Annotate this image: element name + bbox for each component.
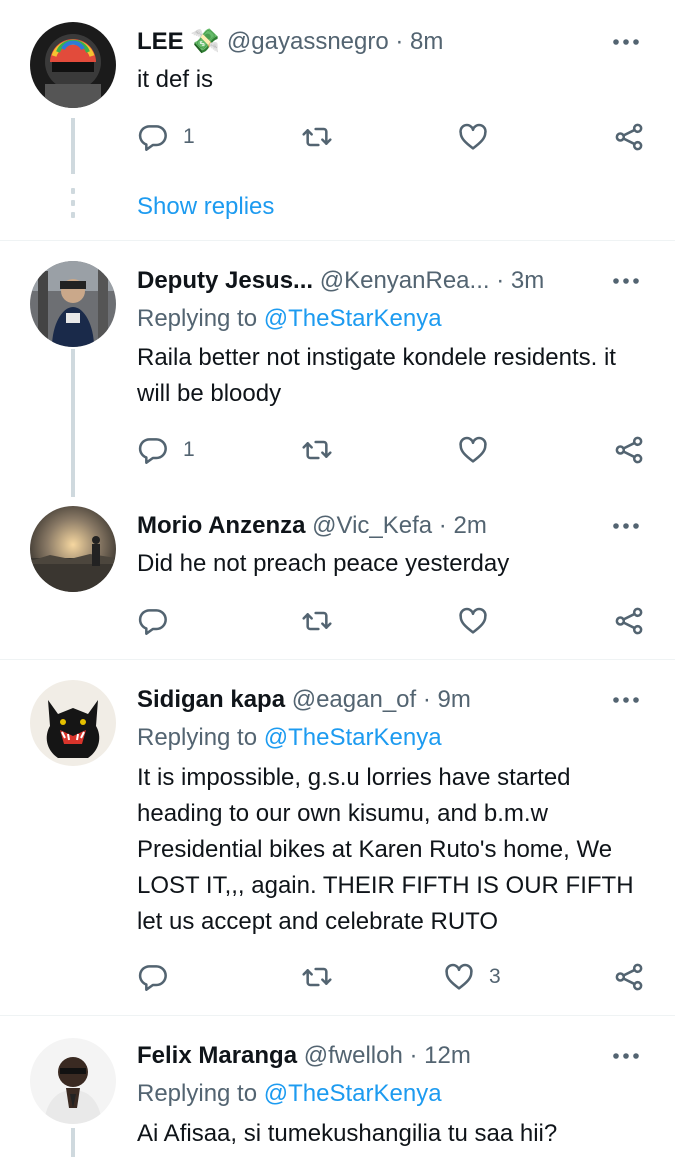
timestamp[interactable]: 12m (424, 1042, 471, 1069)
tweet-header: LEE 💸 @gayassnegro · 8m (137, 28, 444, 55)
share-button[interactable] (613, 120, 645, 154)
share-button[interactable] (613, 433, 645, 467)
show-replies-link[interactable]: Show replies (137, 193, 274, 221)
action-bar: 1 (137, 433, 647, 467)
like-button[interactable] (457, 120, 503, 154)
more-options-icon[interactable] (611, 266, 641, 296)
tweet-header: Felix Maranga @fwelloh · 12m (137, 1042, 471, 1069)
tweet-header: Morio Anzenza @Vic_Kefa · 2m (137, 512, 487, 539)
like-button[interactable]: 3 (443, 960, 501, 994)
thread-line (71, 118, 75, 174)
avatar[interactable] (30, 506, 116, 592)
tweet-2[interactable]: Deputy Jesus... @KenyanRea... · 3m Reply… (0, 241, 675, 497)
tweet-text: Ai Afisaa, si tumekushangilia tu saa hii… (137, 1120, 558, 1147)
retweet-icon (301, 605, 333, 637)
tweet-text: Did he not preach peace yesterday (137, 550, 510, 577)
like-icon (443, 961, 475, 993)
action-bar: 1 (137, 120, 647, 154)
replying-to: Replying to @TheStarKenya (137, 305, 442, 332)
more-options-icon[interactable] (611, 27, 641, 57)
action-bar (137, 604, 647, 638)
like-icon (457, 121, 489, 153)
share-button[interactable] (613, 604, 645, 638)
tweet-text: it def is (137, 66, 214, 93)
share-icon (613, 434, 645, 466)
tweet-header: Sidigan kapa @eagan_of · 9m (137, 686, 471, 713)
like-button[interactable] (457, 433, 503, 467)
timestamp[interactable]: 8m (410, 28, 443, 55)
retweet-button[interactable] (301, 120, 347, 154)
share-icon (613, 121, 645, 153)
retweet-button[interactable] (301, 604, 347, 638)
handle[interactable]: @fwelloh (304, 1042, 403, 1069)
thread-line (71, 349, 75, 497)
more-options-icon[interactable] (611, 685, 641, 715)
avatar[interactable] (30, 22, 116, 108)
replying-to: Replying to @TheStarKenya (137, 1080, 442, 1107)
tweet-5[interactable]: Felix Maranga @fwelloh · 12m Replying to… (0, 1016, 675, 1157)
avatar[interactable] (30, 680, 116, 766)
like-icon (457, 605, 489, 637)
handle[interactable]: @gayassnegro (227, 28, 389, 55)
like-button[interactable] (457, 604, 503, 638)
reply-count: 1 (183, 125, 195, 148)
handle[interactable]: @Vic_Kefa (312, 512, 432, 539)
reply-button[interactable] (137, 960, 183, 994)
avatar[interactable] (30, 1038, 116, 1124)
reply-count: 1 (183, 438, 195, 461)
timestamp[interactable]: 3m (511, 267, 544, 294)
reply-button[interactable]: 1 (137, 120, 195, 154)
retweet-icon (301, 434, 333, 466)
tweet-3[interactable]: Morio Anzenza @Vic_Kefa · 2m Did he not … (0, 496, 675, 659)
retweet-icon (301, 961, 333, 993)
tweet-4[interactable]: Sidigan kapa @eagan_of · 9m Replying to … (0, 660, 675, 1015)
share-icon (613, 961, 645, 993)
handle[interactable]: @KenyanRea... (320, 267, 490, 294)
handle[interactable]: @eagan_of (292, 686, 416, 713)
thread-dots (71, 188, 75, 224)
reply-icon (137, 605, 169, 637)
display-name[interactable]: Deputy Jesus... (137, 267, 313, 294)
thread-line (71, 1128, 75, 1157)
timestamp[interactable]: 9m (438, 686, 471, 713)
display-name[interactable]: LEE 💸 (137, 28, 220, 55)
reply-icon (137, 434, 169, 466)
more-options-icon[interactable] (611, 1041, 641, 1071)
retweet-button[interactable] (301, 960, 347, 994)
retweet-icon (301, 121, 333, 153)
like-icon (457, 434, 489, 466)
like-count: 3 (489, 965, 501, 988)
reply-icon (137, 961, 169, 993)
reply-icon (137, 121, 169, 153)
timestamp[interactable]: 2m (453, 512, 486, 539)
reply-mention[interactable]: @TheStarKenya (264, 724, 442, 751)
display-name[interactable]: Sidigan kapa (137, 686, 285, 713)
tweet-text: It is impossible, g.s.u lorries have sta… (137, 764, 634, 935)
reply-mention[interactable]: @TheStarKenya (264, 305, 442, 332)
reply-mention[interactable]: @TheStarKenya (264, 1080, 442, 1107)
display-name[interactable]: Morio Anzenza (137, 512, 305, 539)
reply-button[interactable] (137, 604, 183, 638)
tweet-header: Deputy Jesus... @KenyanRea... · 3m (137, 267, 545, 294)
replying-to: Replying to @TheStarKenya (137, 724, 442, 751)
share-button[interactable] (613, 960, 645, 994)
action-bar: 3 (137, 960, 647, 994)
tweet-text: Raila better not instigate kondele resid… (137, 344, 616, 407)
retweet-button[interactable] (301, 433, 347, 467)
reply-button[interactable]: 1 (137, 433, 195, 467)
tweet-1[interactable]: LEE 💸 @gayassnegro · 8m it def is 1 Show… (0, 0, 675, 240)
avatar[interactable] (30, 261, 116, 347)
share-icon (613, 605, 645, 637)
display-name[interactable]: Felix Maranga (137, 1042, 297, 1069)
more-options-icon[interactable] (611, 511, 641, 541)
